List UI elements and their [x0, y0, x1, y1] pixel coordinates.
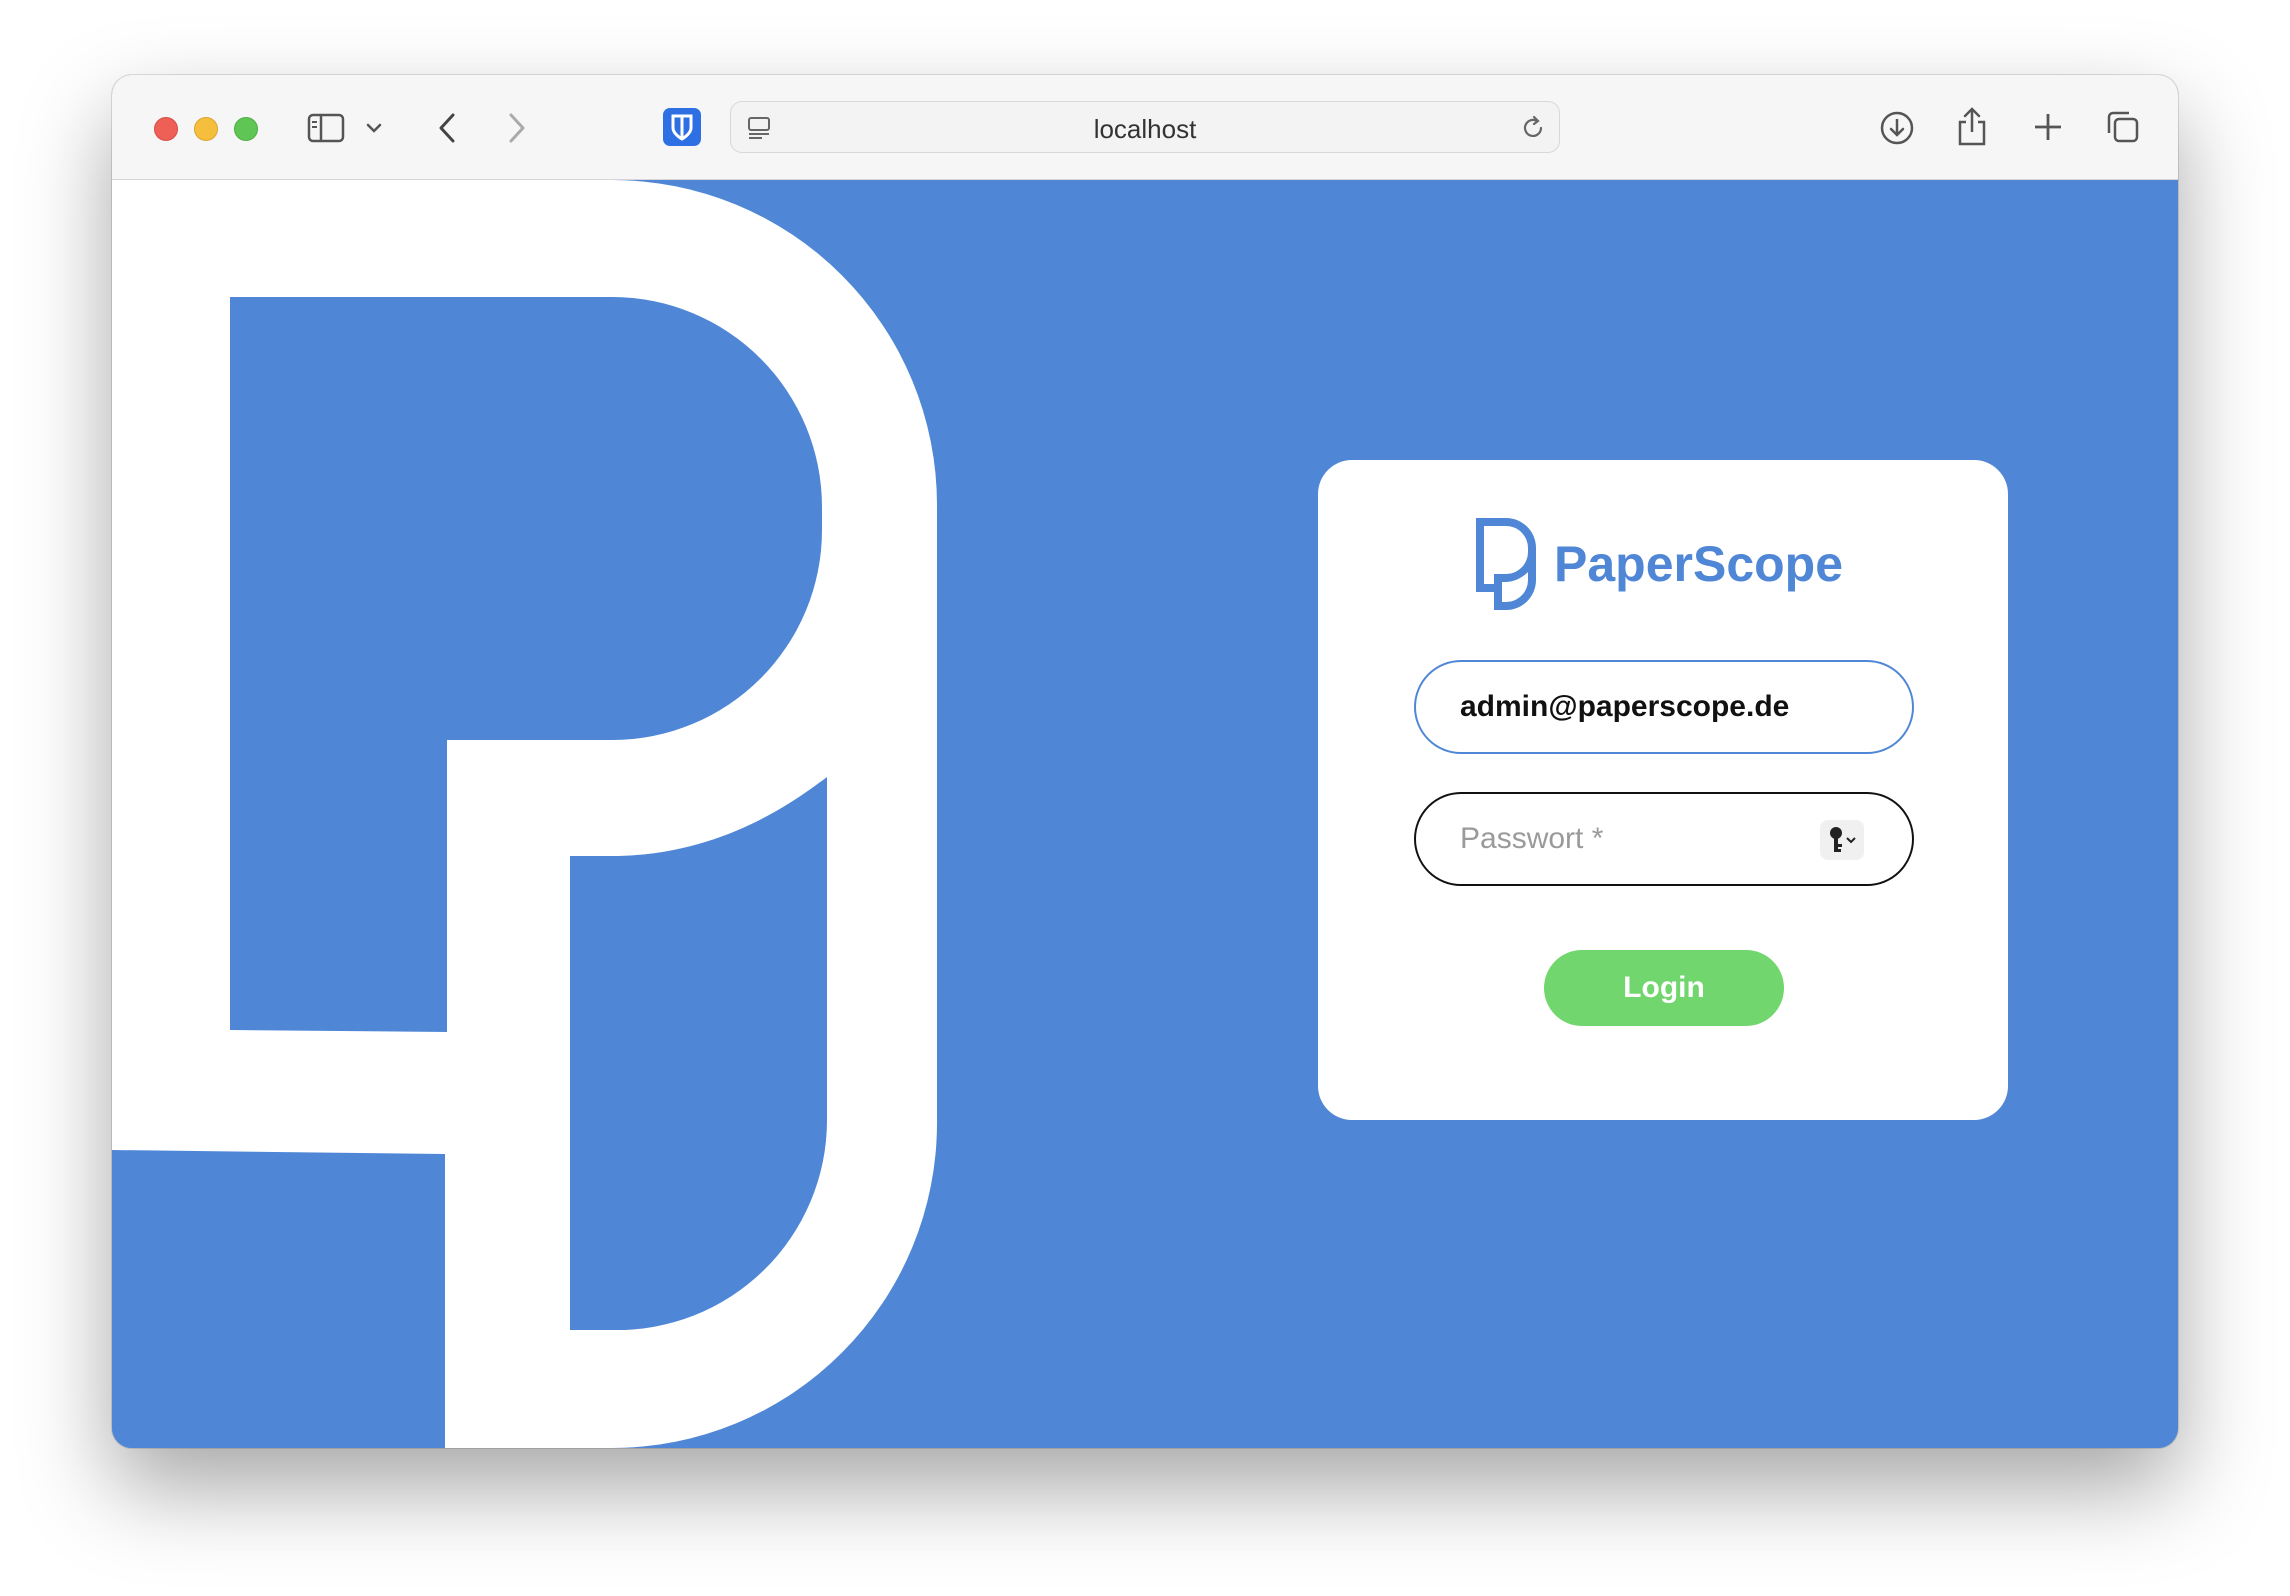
- chevron-down-icon[interactable]: [364, 115, 384, 141]
- background-logo-icon: [112, 180, 937, 1448]
- forward-icon[interactable]: [502, 109, 532, 147]
- minimize-icon[interactable]: [194, 117, 218, 141]
- brand: PaperScope: [1476, 518, 1843, 610]
- page-content: PaperScope Login: [112, 180, 2178, 1448]
- back-icon[interactable]: [432, 109, 462, 147]
- password-input[interactable]: [1460, 794, 1820, 884]
- address-bar[interactable]: localhost: [730, 101, 1560, 153]
- password-field[interactable]: [1414, 792, 1914, 886]
- brand-name: PaperScope: [1554, 536, 1844, 592]
- new-tab-icon[interactable]: [2030, 109, 2066, 145]
- address-text[interactable]: localhost: [731, 114, 1559, 145]
- login-card: PaperScope Login: [1318, 460, 2008, 1120]
- browser-toolbar: localhost: [112, 75, 2178, 180]
- login-button[interactable]: Login: [1544, 950, 1784, 1026]
- paperscope-logo-icon: [1476, 518, 1536, 610]
- share-icon[interactable]: [1954, 105, 1990, 147]
- password-manager-icon[interactable]: [662, 107, 702, 147]
- browser-window: localhost PaperScope admin@paperscope.de…: [112, 75, 2178, 1448]
- reload-icon[interactable]: [1519, 114, 1547, 142]
- download-icon[interactable]: [1878, 109, 1916, 147]
- sidebar-icon[interactable]: [306, 108, 346, 148]
- email-field[interactable]: [1414, 660, 1914, 754]
- tabs-overview-icon[interactable]: [2104, 108, 2142, 146]
- close-icon[interactable]: [154, 117, 178, 141]
- key-icon[interactable]: [1820, 820, 1864, 860]
- zoom-icon[interactable]: [234, 117, 258, 141]
- email-input[interactable]: [1460, 662, 1820, 752]
